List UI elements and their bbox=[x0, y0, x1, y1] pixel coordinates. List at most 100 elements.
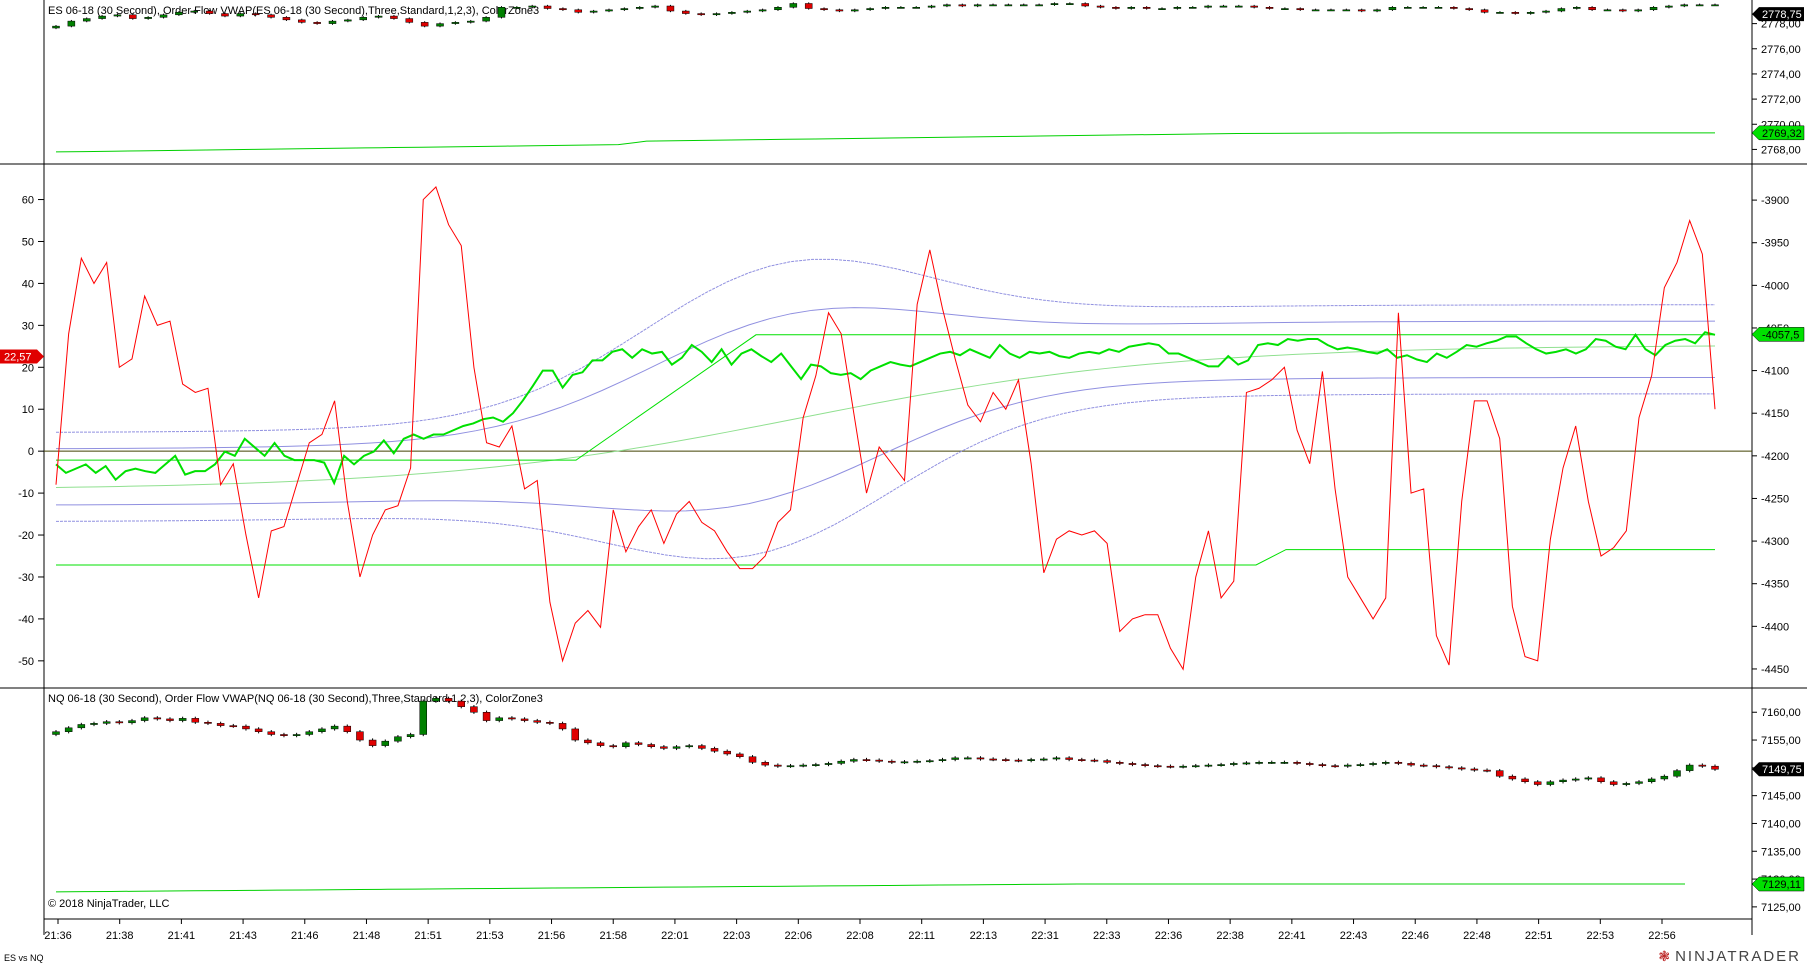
time-tick-label: 21:41 bbox=[168, 930, 196, 942]
candle-down bbox=[1483, 769, 1491, 772]
candle-up bbox=[359, 17, 367, 21]
candle-up bbox=[951, 757, 959, 760]
candle-up bbox=[1419, 7, 1427, 9]
time-tick-label: 21:53 bbox=[476, 930, 504, 942]
candle-down bbox=[1142, 7, 1151, 9]
time-tick-label: 22:36 bbox=[1155, 930, 1183, 942]
candle-down bbox=[634, 742, 643, 745]
candle-up bbox=[964, 757, 972, 760]
chart-tab-label[interactable]: ES vs NQ bbox=[4, 953, 44, 963]
candle-down bbox=[1128, 763, 1137, 765]
candle-up bbox=[672, 746, 681, 749]
left-last-value-badge: 22,57 bbox=[0, 349, 44, 364]
axis-tick-label: 7145,00 bbox=[1761, 791, 1801, 803]
candle-down bbox=[1265, 7, 1274, 9]
candle-up bbox=[467, 20, 475, 23]
nq-vwap-badge: 7129,11 bbox=[1751, 876, 1805, 892]
candle-down bbox=[229, 725, 238, 728]
candle-up bbox=[1622, 783, 1631, 785]
candle-up bbox=[419, 700, 428, 735]
candle-up bbox=[1050, 3, 1059, 5]
right-value-axis[interactable]: -3900-3950-4000-4050-4100-4150-4200-4250… bbox=[1752, 195, 1789, 676]
candle-up bbox=[495, 717, 503, 721]
candle-up bbox=[926, 760, 934, 763]
candle-up bbox=[1255, 762, 1263, 764]
axis-tick-label: 2768,00 bbox=[1761, 144, 1801, 156]
candle-down bbox=[958, 4, 967, 7]
candle-up bbox=[374, 15, 383, 18]
time-tick-label: 21:48 bbox=[353, 930, 381, 942]
candle-up bbox=[866, 8, 874, 11]
time-tick-label: 22:56 bbox=[1648, 930, 1676, 942]
es-last-price-value: 2778,75 bbox=[1762, 9, 1802, 21]
spread-panel[interactable]: 60 50 40 30 20 10 0 -10 -20 -30 -40 -50 -3900 -3950 -… bbox=[0, 186, 1805, 676]
axis-tick-label: 10 bbox=[22, 404, 34, 416]
level-lines bbox=[56, 334, 1715, 566]
left-value-axis[interactable]: 60 50 40 30 20 10 0 -10 -20 -30 -40 -50 bbox=[18, 195, 44, 668]
candle-up bbox=[175, 12, 183, 16]
candle-up bbox=[881, 7, 890, 9]
candle-up bbox=[1685, 764, 1694, 771]
candle-down bbox=[748, 756, 757, 763]
candle-up bbox=[1052, 757, 1061, 760]
candle-up bbox=[1268, 762, 1276, 764]
candle-up bbox=[482, 17, 490, 22]
candle-down bbox=[571, 728, 579, 741]
candle-down bbox=[1465, 8, 1473, 11]
es-panel-title: ES 06-18 (30 Second), Order Flow VWAP(ES… bbox=[48, 5, 539, 17]
time-tick-label: 21:58 bbox=[599, 930, 627, 942]
axis-tick-label: -4100 bbox=[1761, 366, 1789, 378]
candle-up bbox=[144, 17, 152, 19]
axis-tick-label: -4450 bbox=[1761, 664, 1789, 676]
candle-up bbox=[824, 763, 833, 765]
candle-up bbox=[1020, 4, 1028, 7]
candle-up bbox=[128, 720, 136, 724]
candle-down bbox=[153, 717, 162, 720]
candle-down bbox=[804, 3, 813, 9]
candle-up bbox=[528, 5, 536, 8]
candle-up bbox=[432, 698, 440, 702]
es-last-price-badge: 2778,75 bbox=[1752, 7, 1804, 21]
candle-down bbox=[761, 762, 769, 766]
axis-tick-label: -4400 bbox=[1761, 621, 1789, 633]
candle-up bbox=[1188, 7, 1197, 9]
candle-down bbox=[1480, 9, 1489, 13]
candle-down bbox=[736, 753, 744, 757]
candle-up bbox=[912, 7, 920, 9]
candle-down bbox=[543, 5, 552, 9]
right-last-value-badge: -4057,5 bbox=[1751, 327, 1805, 342]
candle-down bbox=[129, 14, 137, 19]
nq-price-panel[interactable]: NQ 06-18 (30 Second), Order Flow VWAP(NQ… bbox=[48, 693, 1805, 914]
candle-up bbox=[159, 14, 168, 18]
candle-up bbox=[837, 760, 845, 764]
candle-up bbox=[1373, 9, 1381, 12]
candle-down bbox=[1166, 765, 1175, 768]
candle-down bbox=[1419, 764, 1428, 767]
lower-level-line bbox=[56, 549, 1715, 566]
time-tick-label: 22:53 bbox=[1587, 930, 1615, 942]
candle-down bbox=[420, 22, 429, 27]
axis-tick-label: -20 bbox=[18, 530, 34, 542]
candle-up bbox=[1673, 770, 1681, 777]
time-tick-label: 22:31 bbox=[1031, 930, 1059, 942]
band-line bbox=[55, 376, 1716, 512]
candle-down bbox=[390, 15, 398, 19]
candle-up bbox=[1542, 10, 1550, 13]
brand-logo: ❃ NINJATRADER bbox=[1658, 948, 1801, 965]
candle-down bbox=[862, 759, 871, 761]
candle-down bbox=[313, 22, 321, 24]
candle-up bbox=[1035, 4, 1043, 7]
candle-down bbox=[254, 728, 263, 732]
time-tick-label: 22:03 bbox=[723, 930, 751, 942]
axis-tick-label: -50 bbox=[18, 656, 34, 668]
axis-tick-label: 7140,00 bbox=[1761, 818, 1801, 830]
candle-up bbox=[622, 742, 630, 747]
time-axis[interactable]: 21:36 21:38 21:41 21:43 21:46 21:48 21:51 21:53… bbox=[44, 919, 1676, 942]
vwap-path bbox=[55, 132, 1715, 153]
candle-down bbox=[267, 14, 275, 18]
es-price-panel[interactable]: ES 06-18 (30 Second), Order Flow VWAP(ES… bbox=[48, 2, 1805, 156]
candle-down bbox=[1002, 759, 1010, 761]
candle-down bbox=[1445, 766, 1453, 769]
candle-down bbox=[1450, 7, 1458, 9]
axis-tick-label: -40 bbox=[18, 614, 34, 626]
